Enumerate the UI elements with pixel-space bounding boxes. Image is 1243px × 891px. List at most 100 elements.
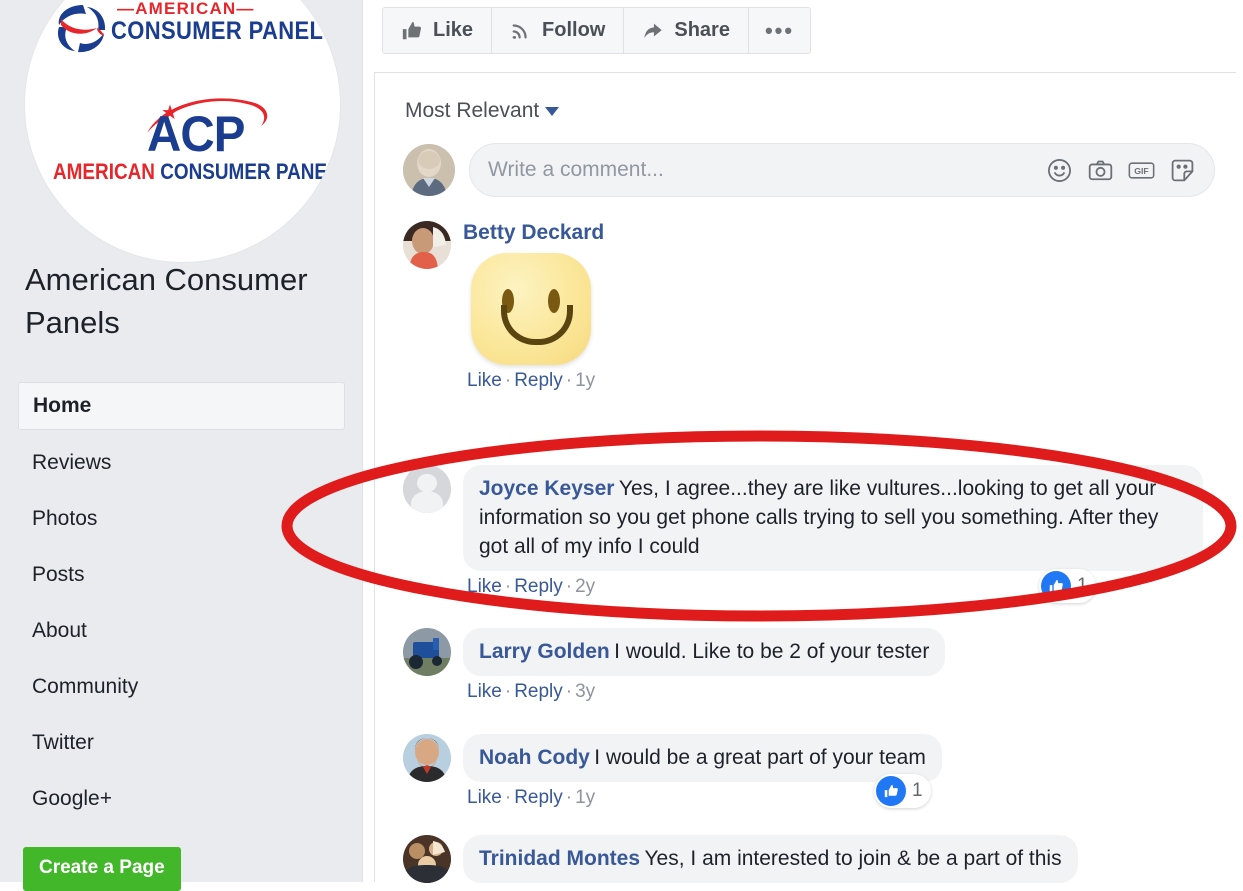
composer-icon-group: GIF [1046,157,1196,184]
sidebar-item-home[interactable]: Home [18,382,345,430]
avatar[interactable] [403,221,451,269]
follow-button[interactable]: Follow [491,7,624,54]
emoji-smile [501,305,573,345]
comment-bubble: Larry Golden I would. Like to be 2 of yo… [463,628,946,676]
comment-reply-action[interactable]: Reply [514,370,563,391]
avatar-photo [403,734,451,782]
comment-meta: Like · Reply · 3y [463,681,945,703]
comment-like-action[interactable]: Like [467,370,502,391]
comment-body: Noah Cody I would be a great part of you… [463,734,942,809]
avatar[interactable] [403,734,451,782]
share-button-label: Share [674,19,730,41]
comment-like-action[interactable]: Like [467,576,502,597]
sticker-icon[interactable] [1169,157,1196,184]
comment-text: Yes, I am interested to join & be a part… [644,847,1062,870]
chevron-down-icon [545,106,560,116]
pinwheel-icon [57,5,106,53]
facebook-page-screenshot: —AMERICAN— CONSUMER PANELS ★ ACP AMERICA… [0,0,1243,891]
avatar[interactable] [403,835,451,883]
acp-sub-consumer-panels: CONSUMER PANELS [160,159,341,184]
more-options-button[interactable]: ••• [747,7,812,54]
sidebar-item-googleplus[interactable]: Google+ [18,776,345,822]
comment-reply-action[interactable]: Reply [514,576,563,597]
comment-input-placeholder: Write a comment... [488,158,664,181]
comment-text: I would. Like to be 2 of your tester [614,640,930,663]
page-profile-logo[interactable]: —AMERICAN— CONSUMER PANELS ★ ACP AMERICA… [24,0,341,263]
reaction-badge[interactable]: 1 [1039,569,1096,603]
comment-author[interactable]: Joyce Keyser [479,477,614,500]
comment-timestamp: 3y [575,681,596,702]
meta-separator: · [565,787,573,808]
meta-separator: · [565,370,573,391]
comment-bubble: Trinidad Montes Yes, I am interested to … [463,835,1078,883]
comment-like-action[interactable]: Like [467,787,502,808]
camera-icon[interactable] [1087,157,1114,184]
comment-sort-label: Most Relevant [405,99,540,122]
like-button-label: Like [433,19,474,41]
comment-reply-action[interactable]: Reply [514,681,563,702]
comment-meta: Like · Reply · 1y [463,787,942,809]
sidebar-item-posts[interactable]: Posts [18,552,345,598]
meta-separator: · [504,576,512,597]
comment-body: Joyce Keyser Yes, I agree...they are lik… [463,465,1203,603]
like-button[interactable]: Like [382,7,492,54]
create-a-page-button[interactable]: Create a Page [23,847,181,891]
follow-button-label: Follow [542,19,606,41]
share-arrow-icon [642,20,664,42]
default-avatar-icon [403,465,451,513]
comment-bubble: Joyce Keyser Yes, I agree...they are lik… [463,465,1203,571]
reaction-count: 1 [1077,575,1088,596]
reaction-badge[interactable]: 1 [874,774,931,808]
acp-mark-text: ACP [147,106,245,162]
comment-input-box[interactable]: Write a comment... GIF [469,143,1215,197]
sidebar-item-about[interactable]: About [18,608,345,654]
comment-sort-dropdown[interactable]: Most Relevant [405,99,560,123]
comment-body: Betty Deckard Like · Reply · 1y [463,221,604,392]
comment-like-action[interactable]: Like [467,681,502,702]
thumbs-up-reaction-icon [876,776,906,806]
emoji-icon[interactable] [1046,157,1073,184]
avatar-photo [403,835,451,883]
comment-item: Betty Deckard Like · Reply · 1y [403,221,604,392]
meta-separator: · [504,370,512,391]
meta-separator: · [504,787,512,808]
sidebar-item-photos[interactable]: Photos [18,496,345,542]
avatar-photo [403,221,451,269]
meta-separator: · [565,576,573,597]
comment-author[interactable]: Betty Deckard [463,221,604,244]
logo-artwork: —AMERICAN— CONSUMER PANELS ★ ACP AMERICA… [25,0,340,262]
comment-body: Trinidad Montes Yes, I am interested to … [463,835,1078,883]
comment-bubble: Noah Cody I would be a great part of you… [463,734,942,782]
comment-reply-action[interactable]: Reply [514,787,563,808]
comment-author[interactable]: Larry Golden [479,640,610,663]
comment-meta: Like · Reply · 1y [463,370,604,392]
acp-subtitle: AMERICAN CONSUMER PANELS [53,159,341,185]
comment-item: Joyce Keyser Yes, I agree...they are lik… [403,465,1203,603]
sidebar-item-community[interactable]: Community [18,664,345,710]
sidebar-item-twitter[interactable]: Twitter [18,720,345,766]
sidebar-nav: Home Reviews Photos Posts About Communit… [18,382,345,822]
share-button[interactable]: Share [623,7,748,54]
current-user-avatar[interactable] [403,144,455,196]
logo-top-lockup: —AMERICAN— CONSUMER PANELS [53,0,338,61]
meta-separator: · [504,681,512,702]
comment-timestamp: 1y [575,370,596,391]
comment-author[interactable]: Trinidad Montes [479,847,640,870]
comment-text: I would be a great part of your team [594,746,926,769]
acp-sub-american: AMERICAN [53,159,155,184]
sidebar-item-reviews[interactable]: Reviews [18,440,345,486]
comment-composer: Write a comment... GIF [403,143,1215,197]
avatar-photo [403,628,451,676]
page-title: American Consumer Panels [25,262,308,340]
thumbs-up-icon [401,20,423,42]
avatar[interactable] [403,628,451,676]
page-scroll-gutter[interactable] [1236,0,1243,882]
comment-item: Noah Cody I would be a great part of you… [403,734,942,809]
comment-item: Trinidad Montes Yes, I am interested to … [403,835,1078,883]
meta-separator: · [565,681,573,702]
gif-icon[interactable]: GIF [1128,157,1155,184]
comment-author[interactable]: Noah Cody [479,746,590,769]
comment-item: Larry Golden I would. Like to be 2 of yo… [403,628,946,703]
smiley-emoji-attachment [471,253,591,365]
avatar[interactable] [403,465,451,513]
